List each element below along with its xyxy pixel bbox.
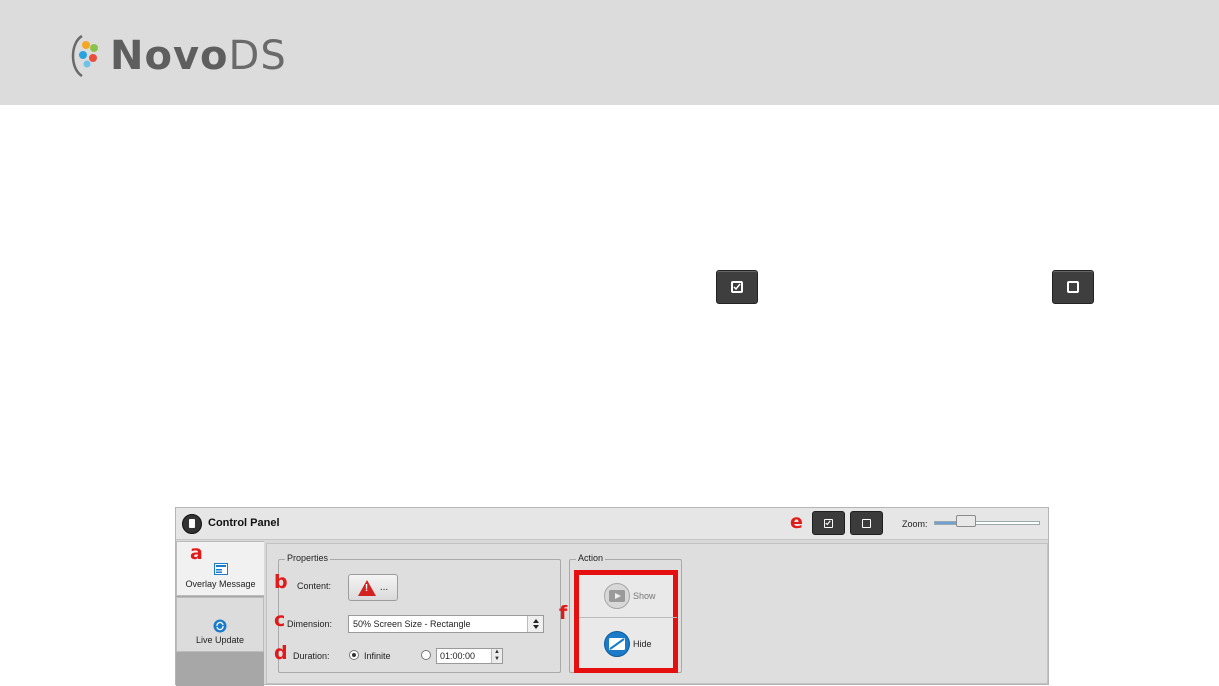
duration-time-radio[interactable] bbox=[421, 650, 431, 660]
dimension-value: 50% Screen Size - Rectangle bbox=[353, 619, 471, 629]
apply-button[interactable] bbox=[812, 511, 845, 535]
duration-label: Duration: bbox=[293, 651, 330, 661]
spinner-updown-icon[interactable]: ▲ ▼ bbox=[491, 649, 502, 663]
checkbox-icon bbox=[731, 281, 743, 293]
novods-logo: NovoDS bbox=[68, 30, 287, 82]
marker-e: e bbox=[790, 511, 803, 533]
show-button[interactable]: Show bbox=[579, 575, 677, 618]
header-banner: NovoDS bbox=[0, 0, 1219, 105]
dimension-select[interactable]: 50% Screen Size - Rectangle bbox=[348, 615, 544, 633]
novods-logo-mark-icon bbox=[68, 31, 108, 81]
marker-c: c bbox=[274, 609, 286, 631]
stop-button[interactable] bbox=[850, 511, 883, 535]
zoom-label: Zoom: bbox=[902, 519, 928, 529]
checkbox-icon bbox=[824, 518, 833, 528]
square-icon bbox=[1067, 281, 1079, 293]
overlay-message-icon bbox=[213, 563, 228, 575]
hide-icon bbox=[603, 630, 631, 657]
select-updown-icon bbox=[527, 616, 543, 632]
brand-name-part1: Novo bbox=[110, 33, 229, 79]
control-panel-title-bar: Control Panel e Zoom: bbox=[176, 508, 1048, 540]
brand-name-part2: DS bbox=[228, 33, 287, 79]
duration-time-value: 01:00:00 bbox=[440, 651, 476, 661]
action-highlight-box: Show Hide bbox=[574, 570, 678, 673]
warning-icon bbox=[357, 579, 376, 596]
zoom-slider-thumb[interactable] bbox=[956, 515, 976, 527]
show-play-icon bbox=[603, 583, 631, 609]
enlarged-apply-button[interactable] bbox=[716, 270, 758, 304]
control-panel-sidebar: Overlay Message Live Update a bbox=[176, 541, 264, 686]
marker-a: a bbox=[190, 542, 203, 564]
duration-infinite-label: Infinite bbox=[364, 651, 391, 661]
duration-time-input[interactable]: 01:00:00 ▲ ▼ bbox=[436, 648, 503, 664]
zoom-slider-track[interactable] bbox=[934, 521, 1040, 525]
square-icon bbox=[862, 518, 871, 528]
dimension-label: Dimension: bbox=[287, 619, 333, 629]
brand-name: NovoDS bbox=[110, 33, 287, 79]
overlay-message-panel: Properties b Content: ... c Dimension: 5… bbox=[266, 543, 1048, 684]
tab-live-update[interactable]: Live Update bbox=[176, 597, 264, 652]
show-button-label: Show bbox=[633, 591, 656, 601]
enlarged-stop-button[interactable] bbox=[1052, 270, 1094, 304]
content-label: Content: bbox=[297, 581, 332, 591]
content-button-text: ... bbox=[379, 582, 389, 593]
action-title: Action bbox=[576, 553, 606, 563]
hide-button[interactable]: Hide bbox=[579, 622, 677, 665]
marker-b: b bbox=[274, 571, 288, 593]
tab-overlay-message-label: Overlay Message bbox=[185, 579, 256, 589]
duration-infinite-radio[interactable] bbox=[349, 650, 359, 660]
marker-f: f bbox=[559, 602, 568, 624]
properties-title: Properties bbox=[285, 553, 331, 563]
marker-d: d bbox=[274, 642, 288, 664]
control-panel-icon bbox=[182, 514, 202, 534]
hide-button-label: Hide bbox=[633, 638, 652, 649]
control-panel-title: Control Panel bbox=[208, 517, 280, 529]
control-panel: Control Panel e Zoom: Overlay Message Li… bbox=[175, 507, 1049, 686]
live-update-icon bbox=[213, 619, 227, 633]
content-select-button[interactable]: ... bbox=[348, 574, 398, 601]
tab-live-update-label: Live Update bbox=[195, 635, 245, 645]
